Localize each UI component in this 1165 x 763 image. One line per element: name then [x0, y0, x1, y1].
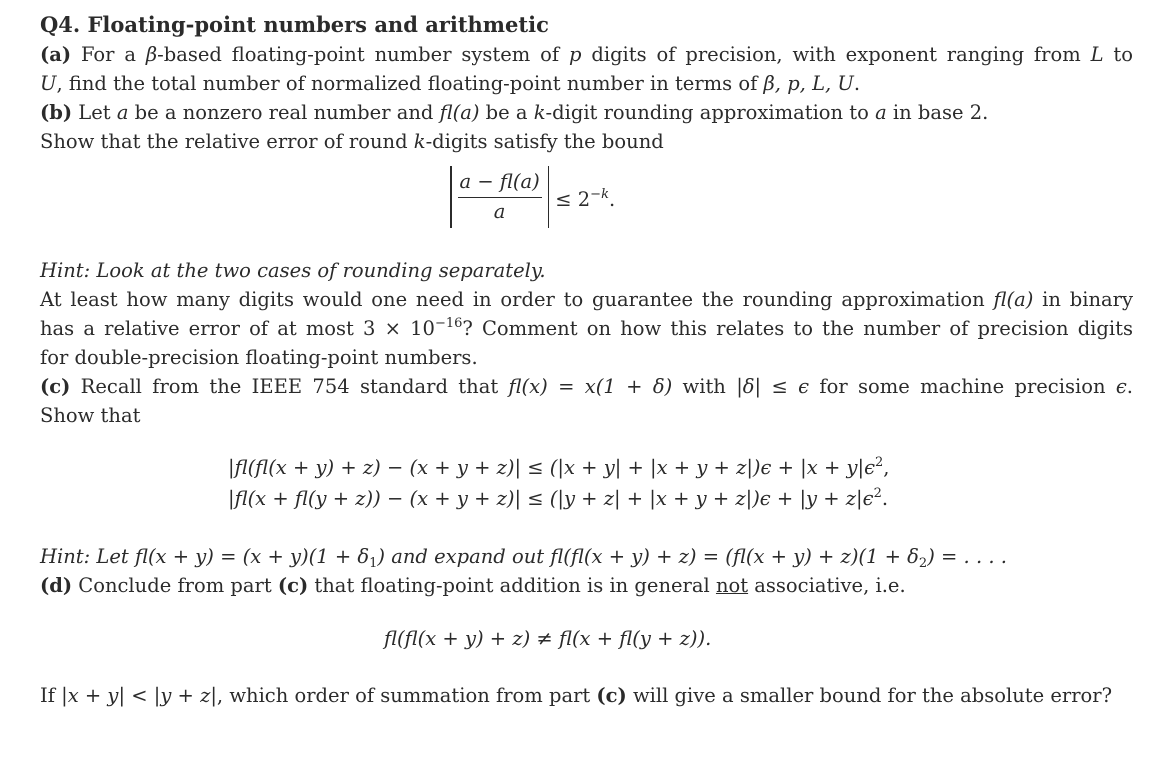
part-d-final-question: If |x + y| < |y + z|, which order of sum…: [40, 681, 1112, 710]
equation-1: |fl(fl(x + y) + z) − (x + y + z)| ≤ (|x …: [228, 453, 889, 482]
equation-2: |fl(x + fl(y + z)) − (x + y + z)| ≤ (|y …: [228, 484, 888, 513]
question-title: Q4. Floating-point numbers and arithmeti…: [40, 12, 549, 37]
math-vars: β, p, L, U: [763, 72, 854, 95]
math-k: k: [413, 130, 426, 153]
text: that floating-point addition is in gener…: [308, 574, 716, 597]
math-condition: |x + y| < |y + z|: [61, 684, 217, 707]
part-b-question-line-1: At least how many digits would one need …: [40, 285, 1133, 314]
text: with: [672, 375, 737, 398]
relative-error-formula: a − fl(a) a ≤ 2−k.: [450, 166, 615, 228]
part-b-line-1: (b) Let a be a nonzero real number and f…: [40, 98, 988, 127]
text: Hint: Let: [40, 545, 135, 568]
associativity-formula: fl(fl(x + y) + z) ≠ fl(x + fl(y + z)).: [384, 627, 712, 650]
math-fla: fl(a): [439, 101, 480, 124]
fraction-denominator: a: [493, 199, 506, 223]
text: For a: [71, 43, 146, 66]
text: |fl(x + fl(y + z)) − (x + y + z)| ≤ (|y …: [228, 487, 874, 510]
text: will give a smaller bound for the absolu…: [626, 684, 1113, 707]
text: be a: [479, 101, 534, 124]
part-b-hint: Hint: Look at the two cases of rounding …: [40, 259, 546, 282]
math-fla: fl(a): [993, 288, 1034, 311]
math-delta-bound: |δ| ≤ ϵ: [736, 375, 810, 398]
part-b-line-2: Show that the relative error of round k-…: [40, 127, 664, 156]
text: At least how many digits would one need …: [40, 288, 994, 311]
text: ,: [883, 456, 890, 479]
text: has a relative error of at most 3 × 10: [40, 317, 435, 340]
math-beta: β: [145, 43, 158, 66]
text: , find the total number of normalized fl…: [56, 72, 764, 95]
text: associative, i.e.: [748, 574, 906, 597]
text: in binary: [1033, 288, 1133, 311]
abs-bar-left: [450, 166, 452, 228]
part-c-line-2: Show that: [40, 404, 141, 427]
text: .: [1126, 375, 1133, 398]
emphasis-not: not: [715, 574, 749, 597]
math: ): [377, 545, 385, 568]
text: be a nonzero real number and: [128, 101, 440, 124]
part-b-question-line-2: has a relative error of at most 3 × 10−1…: [40, 314, 1133, 343]
text: , which order of summation from part: [216, 684, 597, 707]
fraction: a − fl(a) a: [457, 169, 542, 226]
part-c-label: (c): [40, 375, 71, 398]
math-L: L: [1090, 43, 1104, 66]
math: fl(fl(x + y) + z) = (fl(x + y) + z)(1 + …: [550, 545, 919, 568]
text: -based floating-point number system of: [157, 43, 569, 66]
abs-bar-right: [547, 166, 550, 228]
math-a: a: [116, 101, 129, 124]
part-a-line-1: (a) For a β-based floating-point number …: [40, 40, 1133, 69]
part-reference: (c): [596, 684, 627, 707]
text: in base 2.: [886, 101, 989, 124]
text: -digits satisfy the bound: [425, 130, 664, 153]
text: -digit rounding approximation to: [545, 101, 876, 124]
part-d-label: (d): [40, 574, 73, 597]
text: |fl(fl(x + y) + z) − (x + y + z)| ≤ (|x …: [228, 456, 875, 479]
math: ) = . . . .: [927, 545, 1007, 568]
part-b-label: (b): [40, 101, 73, 124]
math-p: p: [569, 43, 582, 66]
text: Show that the relative error of round: [40, 130, 414, 153]
text: ? Comment on how this relates to the num…: [462, 317, 1133, 340]
math-flx: fl(x) = x(1 + δ): [508, 375, 673, 398]
text: .: [608, 187, 616, 211]
text: ≤ 2: [555, 187, 591, 211]
text: .: [853, 72, 861, 95]
text: Conclude from part: [72, 574, 278, 597]
math-k: k: [533, 101, 546, 124]
math: fl(x + y) = (x + y)(1 + δ: [134, 545, 370, 568]
math-a: a: [875, 101, 887, 124]
math-U: U: [40, 72, 57, 95]
text: If: [40, 684, 62, 707]
text: digits of precision, with exponent rangi…: [581, 43, 1091, 66]
exponent: −k: [590, 186, 609, 202]
exponent: −16: [434, 316, 463, 331]
text: .: [881, 487, 889, 510]
text: Let: [72, 101, 117, 124]
part-a-line-2: U, find the total number of normalized f…: [40, 69, 860, 98]
math-epsilon: ϵ: [1115, 375, 1127, 398]
part-b-question-line-3: for double-precision floating-point numb…: [40, 346, 478, 369]
bound-relation: ≤ 2−k.: [555, 181, 615, 214]
part-d-line-1: (d) Conclude from part (c) that floating…: [40, 571, 906, 600]
part-a-label: (a): [40, 43, 72, 66]
text: for some machine precision: [809, 375, 1116, 398]
fraction-numerator: a − fl(a): [457, 169, 542, 198]
text: and expand out: [385, 545, 551, 568]
text: Recall from the IEEE 754 standard that: [70, 375, 509, 398]
text: to: [1103, 43, 1133, 66]
exponent: 2: [873, 486, 882, 501]
part-reference: (c): [277, 574, 309, 597]
subscript: 2: [918, 556, 928, 571]
part-c-hint: Hint: Let fl(x + y) = (x + y)(1 + δ1) an…: [40, 542, 1007, 571]
part-c-line-1: (c) Recall from the IEEE 754 standard th…: [40, 372, 1133, 401]
